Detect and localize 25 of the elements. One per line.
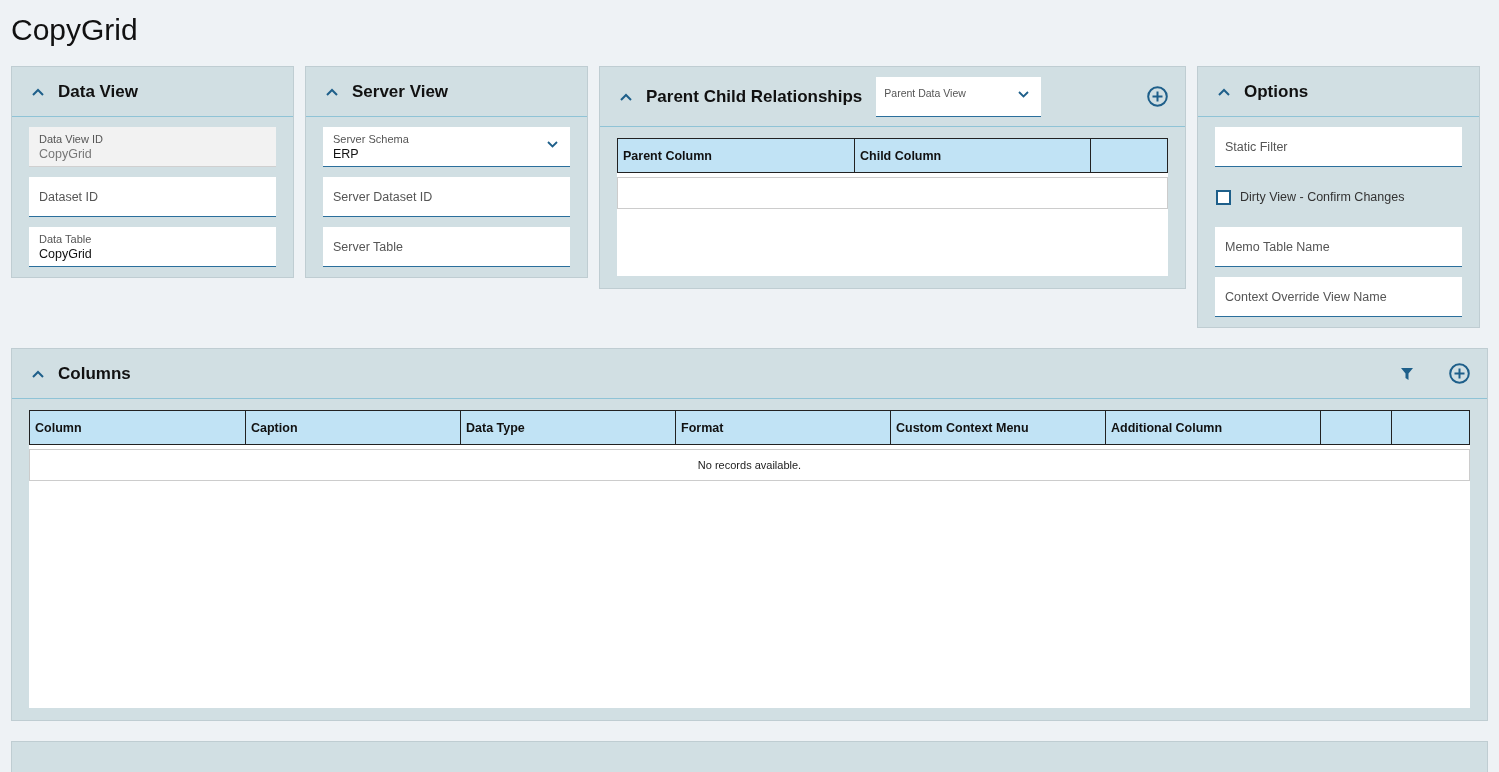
column-header[interactable]: Column xyxy=(30,411,245,444)
select-field[interactable]: Server Schema ERP xyxy=(323,127,570,167)
input-field[interactable]: Context Override View Name xyxy=(1215,277,1462,317)
input-field[interactable]: Static Filter xyxy=(1215,127,1462,167)
column-header[interactable]: Data Type xyxy=(460,411,675,444)
column-header[interactable]: Custom Context Menu xyxy=(890,411,1105,444)
column-header[interactable]: Additional Column xyxy=(1105,411,1320,444)
panel-title: Server View xyxy=(352,81,449,102)
panel-title: Options xyxy=(1244,81,1309,102)
column-header[interactable]: Format xyxy=(675,411,890,444)
checkbox-label: Dirty View - Confirm Changes xyxy=(1240,190,1405,204)
select-field[interactable]: Parent Data View xyxy=(876,77,1042,117)
input-field[interactable]: Data Table CopyGrid xyxy=(29,227,276,267)
panel-title: Columns xyxy=(58,363,131,384)
input-field[interactable]: Memo Table Name xyxy=(1215,227,1462,267)
input-field[interactable]: Server Dataset ID xyxy=(323,177,570,217)
column-header[interactable]: Parent Column xyxy=(618,139,854,172)
column-header[interactable]: Caption xyxy=(245,411,460,444)
input-field[interactable]: Server Table xyxy=(323,227,570,267)
panel-title: Data View xyxy=(58,81,138,102)
column-header[interactable]: Child Column xyxy=(854,139,1090,172)
empty-message: No records available. xyxy=(697,459,802,471)
panel-title: Parent Child Relationships xyxy=(646,86,863,107)
input-field[interactable]: Dataset ID xyxy=(29,177,276,217)
page-title: CopyGrid xyxy=(11,12,139,48)
